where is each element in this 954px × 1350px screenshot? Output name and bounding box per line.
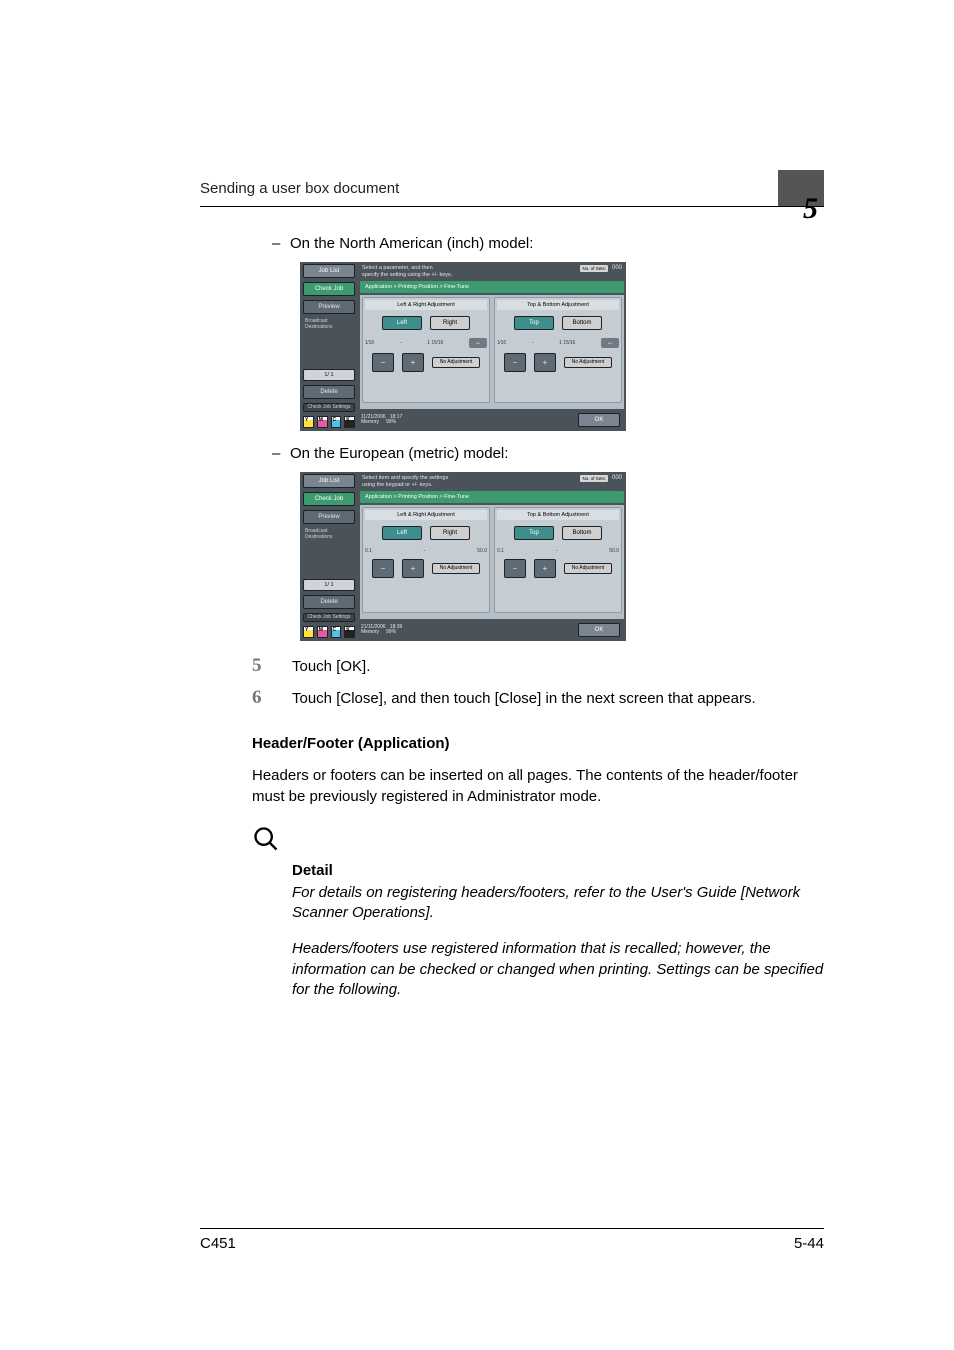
range-row-tb: 1⁄16-1 15⁄16 ↔ [495, 338, 621, 348]
toner-indicators: Y M C K [300, 624, 358, 641]
plus-button[interactable]: + [534, 559, 556, 578]
breadcrumb: Application > Printing Position > Fine-T… [360, 281, 624, 293]
toner-indicators: Y M C K [300, 414, 358, 431]
no-adjustment-button[interactable]: No Adjustment [564, 563, 612, 574]
running-header: Sending a user box document [200, 180, 399, 197]
preview-button[interactable]: Preview [303, 300, 355, 314]
device-screenshot-metric: Job List Check Job Preview Broadcast Des… [300, 472, 626, 641]
breadcrumb: Application > Printing Position > Fine-T… [360, 491, 624, 503]
device-main: Select item and specify the settingsusin… [358, 472, 626, 641]
no-adjustment-button[interactable]: No Adjustment [432, 357, 480, 368]
copies-label: No. of Sets: [580, 475, 608, 482]
swap-icon[interactable]: ↔ [469, 338, 487, 348]
ok-button[interactable]: OK [578, 413, 620, 427]
range-row-tb: 0.1-50.0 [495, 548, 621, 554]
copies-count: 000 [612, 475, 622, 481]
right-option[interactable]: Right [430, 316, 470, 330]
left-option[interactable]: Left [382, 316, 422, 330]
bullet-eu: –On the European (metric) model: [272, 445, 824, 462]
check-job-button[interactable]: Check Job [303, 282, 355, 296]
panel-header-lr: Left & Right Adjustment [365, 300, 487, 310]
swap-icon[interactable]: ↔ [601, 338, 619, 348]
top-bottom-adjustment-panel: Top & Bottom Adjustment Top Bottom 0.1-5… [494, 507, 622, 613]
panel-header-lr: Left & Right Adjustment [365, 510, 487, 520]
bullet-na: –On the North American (inch) model: [272, 235, 824, 252]
footer-right: 5-44 [794, 1235, 824, 1252]
minus-button[interactable]: − [504, 353, 526, 372]
check-job-button[interactable]: Check Job [303, 492, 355, 506]
magnifier-icon [252, 825, 824, 858]
device-sidebar: Job List Check Job Preview Broadcast Des… [300, 262, 358, 431]
device-screenshot-inch: Job List Check Job Preview Broadcast Des… [300, 262, 626, 431]
minus-button[interactable]: − [504, 559, 526, 578]
instruction-text: Select item and specify the settingsusin… [362, 475, 448, 488]
page-footer: C451 5-44 [200, 1228, 824, 1252]
plus-button[interactable]: + [534, 353, 556, 372]
plus-button[interactable]: + [402, 353, 424, 372]
check-job-settings-button[interactable]: Check Job Settings [303, 613, 355, 622]
left-right-adjustment-panel: Left & Right Adjustment Left Right 0.1-5… [362, 507, 490, 613]
section-title: Header/Footer (Application) [252, 735, 824, 752]
right-option[interactable]: Right [430, 526, 470, 540]
section-paragraph: Headers or footers can be inserted on al… [252, 766, 824, 807]
left-option[interactable]: Left [382, 526, 422, 540]
no-adjustment-button[interactable]: No Adjustment [432, 563, 480, 574]
broadcast-destinations-label: Broadcast Destinations [303, 528, 355, 540]
check-job-settings-button[interactable]: Check Job Settings [303, 403, 355, 412]
panel-header-tb: Top & Bottom Adjustment [497, 300, 619, 310]
detail-para-1: For details on registering headers/foote… [292, 883, 824, 924]
plus-button[interactable]: + [402, 559, 424, 578]
instruction-text: Select a parameter, and thenspecify the … [362, 265, 452, 278]
status-bar: 11/21/2006 18:17 Memory 99% [361, 415, 402, 426]
no-adjustment-button[interactable]: No Adjustment [564, 357, 612, 368]
status-bar: 21/11/2006 18:39 Memory 99% [361, 625, 402, 636]
range-row-lr: 1⁄16-1 15⁄16 ↔ [363, 338, 489, 348]
footer-left: C451 [200, 1235, 236, 1252]
chapter-number: 5 [803, 192, 818, 226]
minus-button[interactable]: − [372, 353, 394, 372]
delete-button[interactable]: Delete [303, 595, 355, 609]
delete-button[interactable]: Delete [303, 385, 355, 399]
range-row-lr: 0.1-50.0 [363, 548, 489, 554]
bottom-option[interactable]: Bottom [562, 316, 602, 330]
sidebar-page-indicator: 1/ 1 [303, 579, 355, 591]
device-main: Select a parameter, and thenspecify the … [358, 262, 626, 431]
top-option[interactable]: Top [514, 526, 554, 540]
minus-button[interactable]: − [372, 559, 394, 578]
device-sidebar: Job List Check Job Preview Broadcast Des… [300, 472, 358, 641]
left-right-adjustment-panel: Left & Right Adjustment Left Right 1⁄16-… [362, 297, 490, 403]
top-option[interactable]: Top [514, 316, 554, 330]
detail-label: Detail [292, 862, 824, 879]
sidebar-page-indicator: 1/ 1 [303, 369, 355, 381]
job-list-button[interactable]: Job List [303, 474, 355, 488]
step-5: 5 Touch [OK]. [252, 655, 824, 677]
top-bottom-adjustment-panel: Top & Bottom Adjustment Top Bottom 1⁄16-… [494, 297, 622, 403]
preview-button[interactable]: Preview [303, 510, 355, 524]
job-list-button[interactable]: Job List [303, 264, 355, 278]
copies-label: No. of Sets: [580, 265, 608, 272]
panel-header-tb: Top & Bottom Adjustment [497, 510, 619, 520]
detail-para-2: Headers/footers use registered informati… [292, 939, 824, 1000]
ok-button[interactable]: OK [578, 623, 620, 637]
step-6: 6 Touch [Close], and then touch [Close] … [252, 687, 824, 709]
header-rule [200, 206, 824, 207]
copies-count: 000 [612, 265, 622, 271]
bottom-option[interactable]: Bottom [562, 526, 602, 540]
broadcast-destinations-label: Broadcast Destinations [303, 318, 355, 330]
